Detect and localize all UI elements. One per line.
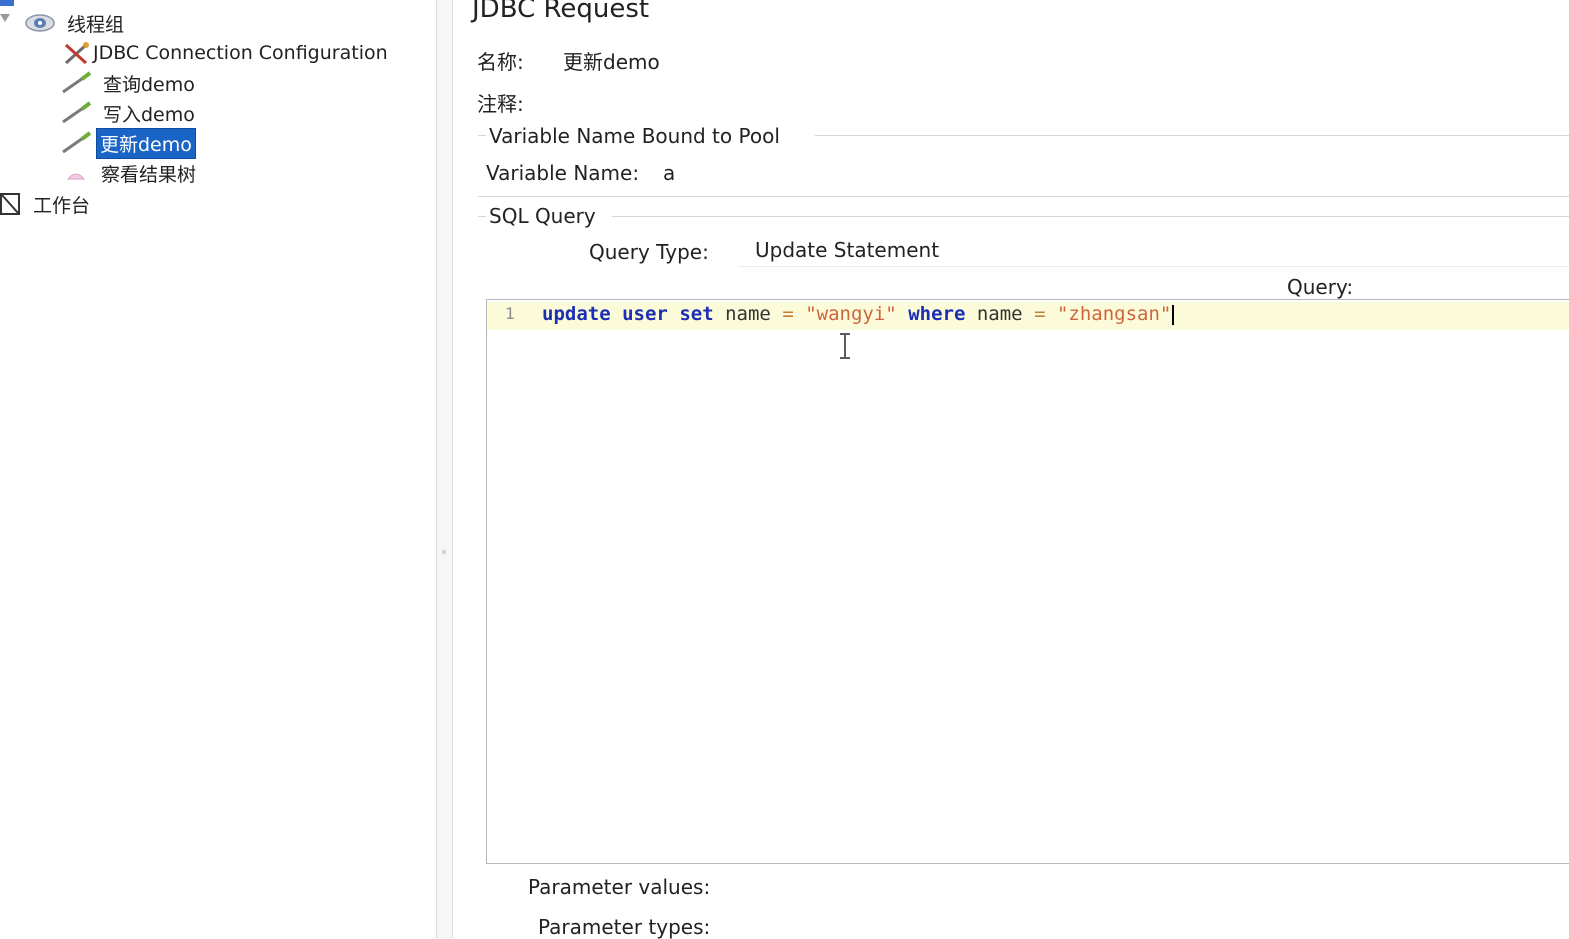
variable-name-field[interactable]: a bbox=[663, 161, 675, 185]
sql-keyword: user bbox=[622, 303, 668, 325]
sql-string: "wangyi" bbox=[805, 303, 897, 325]
tree-item-view-results-tree[interactable]: 察看结果树 bbox=[62, 159, 199, 187]
pipette-icon bbox=[60, 131, 92, 155]
expand-arrow-icon[interactable] bbox=[0, 14, 10, 22]
pipette-icon bbox=[60, 71, 92, 95]
tree-item-workbench[interactable]: 工作台 bbox=[0, 190, 93, 218]
sql-operator: = bbox=[782, 303, 794, 325]
sql-keyword: where bbox=[908, 303, 966, 325]
query-label: Query: bbox=[1287, 275, 1354, 299]
tree-item-thread-group[interactable]: 线程组 bbox=[24, 9, 127, 37]
workbench-icon bbox=[0, 191, 22, 217]
name-field[interactable]: 更新demo bbox=[563, 46, 660, 75]
query-type-label: Query Type: bbox=[589, 240, 709, 264]
parameter-types-label: Parameter types: bbox=[538, 915, 711, 939]
tree-item-query-demo[interactable]: 查询demo bbox=[60, 69, 198, 97]
tree-item-label: JDBC Connection Configuration bbox=[93, 42, 388, 64]
tools-icon bbox=[62, 41, 90, 65]
tree-item-label: 线程组 bbox=[67, 13, 125, 36]
line-number: 1 bbox=[505, 304, 515, 323]
divider-grip-icon bbox=[442, 550, 446, 554]
results-tree-icon bbox=[62, 161, 90, 185]
sql-identifier: name bbox=[725, 303, 771, 325]
sql-string: "zhangsan" bbox=[1056, 303, 1172, 325]
pool-section-title: Variable Name Bound to Pool bbox=[489, 124, 780, 148]
tree-item-jdbc-connection-config[interactable]: JDBC Connection Configuration bbox=[62, 39, 391, 67]
parameter-values-label: Parameter values: bbox=[528, 875, 711, 899]
sql-identifier: name bbox=[976, 303, 1023, 325]
query-type-select[interactable]: Update Statement bbox=[755, 238, 939, 262]
test-plan-tree: 线程组 JDBC Connection Configuration 查询demo bbox=[0, 0, 437, 938]
sql-section-title: SQL Query bbox=[489, 204, 596, 228]
query-type-underline bbox=[738, 266, 1569, 267]
tree-item-label: 工作台 bbox=[33, 194, 91, 217]
sql-section-border-left bbox=[478, 216, 486, 217]
sql-keyword: update bbox=[542, 303, 611, 325]
pool-section-bottom bbox=[478, 196, 1569, 197]
test-plan-icon bbox=[0, 0, 14, 6]
panel-title: JDBC Request bbox=[472, 0, 650, 24]
text-caret bbox=[1172, 304, 1175, 325]
pipette-icon bbox=[60, 101, 92, 125]
tree-item-label: 察看结果树 bbox=[101, 163, 197, 186]
pool-section-border-left bbox=[478, 135, 486, 136]
variable-name-label: Variable Name: bbox=[486, 161, 640, 185]
tree-item-label: 写入demo bbox=[103, 103, 195, 126]
thread-group-icon bbox=[24, 13, 56, 33]
sql-query-editor[interactable]: 1 update user set name = "wangyi" where … bbox=[486, 299, 1569, 864]
tree-item-update-demo[interactable]: 更新demo bbox=[60, 127, 196, 159]
sql-keyword: set bbox=[679, 303, 714, 325]
name-label: 名称: bbox=[477, 50, 524, 74]
pool-section-border bbox=[815, 135, 1569, 136]
sql-section-border bbox=[612, 216, 1569, 217]
tree-item-label: 查询demo bbox=[103, 73, 195, 96]
ibeam-cursor-icon bbox=[838, 332, 852, 360]
split-pane-divider[interactable] bbox=[437, 0, 453, 938]
sql-code-line[interactable]: update user set name = "wangyi" where na… bbox=[542, 303, 1175, 325]
tree-item-insert-demo[interactable]: 写入demo bbox=[60, 99, 198, 127]
sql-operator: = bbox=[1034, 303, 1046, 325]
tree-item-label: 更新demo bbox=[96, 127, 196, 159]
comment-label: 注释: bbox=[477, 92, 524, 116]
